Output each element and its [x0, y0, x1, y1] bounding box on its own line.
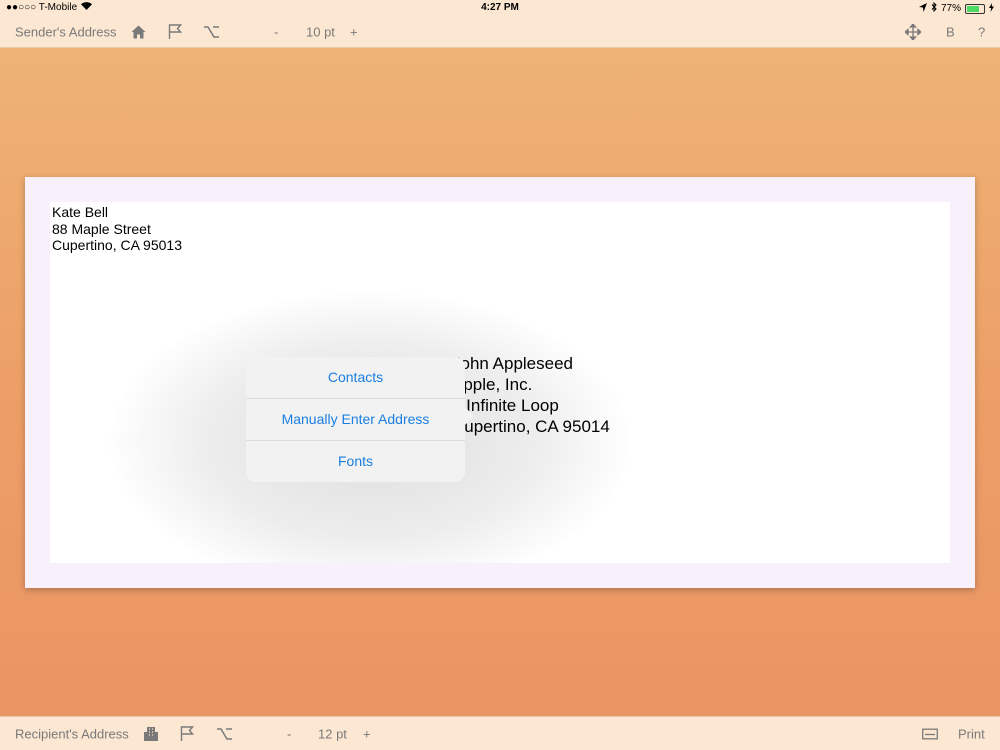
flag-icon[interactable]: [180, 725, 194, 742]
bluetooth-icon: [931, 1, 937, 15]
envelope-size-icon[interactable]: [922, 728, 938, 739]
help-button[interactable]: ?: [978, 24, 985, 39]
recipient-company: Apple, Inc.: [452, 375, 533, 394]
manually-enter-address-option[interactable]: Manually Enter Address: [246, 399, 465, 441]
contacts-option[interactable]: Contacts: [246, 357, 465, 399]
recipient-toolbar: Recipient's Address - 12 pt + Print: [0, 716, 1000, 750]
decrease-font-button[interactable]: -: [274, 24, 278, 39]
option-key-icon[interactable]: [217, 727, 232, 740]
recipient-street: 1 Infinite Loop: [452, 396, 559, 415]
fonts-option[interactable]: Fonts: [246, 441, 465, 482]
print-button[interactable]: Print: [958, 726, 985, 741]
increase-font-button[interactable]: +: [363, 726, 371, 741]
font-size-label: 10 pt: [306, 24, 335, 39]
charging-icon: [989, 2, 994, 15]
clock: 4:27 PM: [481, 2, 519, 13]
font-size-label: 12 pt: [318, 726, 347, 741]
recipient-city: Cupertino, CA 95014: [452, 417, 610, 436]
sender-toolbar: Sender's Address - 10 pt + B ?: [0, 16, 1000, 48]
status-bar: ●●○○○ T-Mobile 4:27 PM 77%: [0, 0, 1000, 16]
option-key-icon[interactable]: [204, 25, 219, 38]
location-icon: [918, 2, 927, 15]
recipient-address-button[interactable]: Recipient's Address: [15, 726, 129, 741]
sender-street: 88 Maple Street: [52, 220, 151, 237]
envelope-paper: Kate Bell 88 Maple Street Cupertino, CA …: [50, 202, 950, 563]
recipient-address[interactable]: John Appleseed Apple, Inc. 1 Infinite Lo…: [452, 353, 610, 437]
recipient-name: John Appleseed: [452, 354, 573, 373]
sender-name: Kate Bell: [52, 204, 109, 220]
battery-percent: 77%: [940, 3, 961, 14]
sender-address-button[interactable]: Sender's Address: [15, 24, 117, 39]
flag-icon[interactable]: [168, 23, 182, 40]
move-icon[interactable]: [905, 23, 921, 40]
sender-city: Cupertino, CA 95013: [52, 237, 182, 253]
decrease-font-button[interactable]: -: [287, 726, 291, 741]
sender-address[interactable]: Kate Bell 88 Maple Street Cupertino, CA …: [52, 204, 182, 254]
building-icon[interactable]: [144, 726, 158, 742]
battery-icon: [965, 3, 985, 14]
bold-button[interactable]: B: [946, 24, 955, 39]
address-popover: Contacts Manually Enter Address Fonts: [246, 357, 474, 482]
home-icon[interactable]: [131, 25, 146, 39]
increase-font-button[interactable]: +: [350, 24, 358, 39]
envelope: Kate Bell 88 Maple Street Cupertino, CA …: [25, 177, 975, 588]
popover-arrow: [464, 406, 474, 426]
